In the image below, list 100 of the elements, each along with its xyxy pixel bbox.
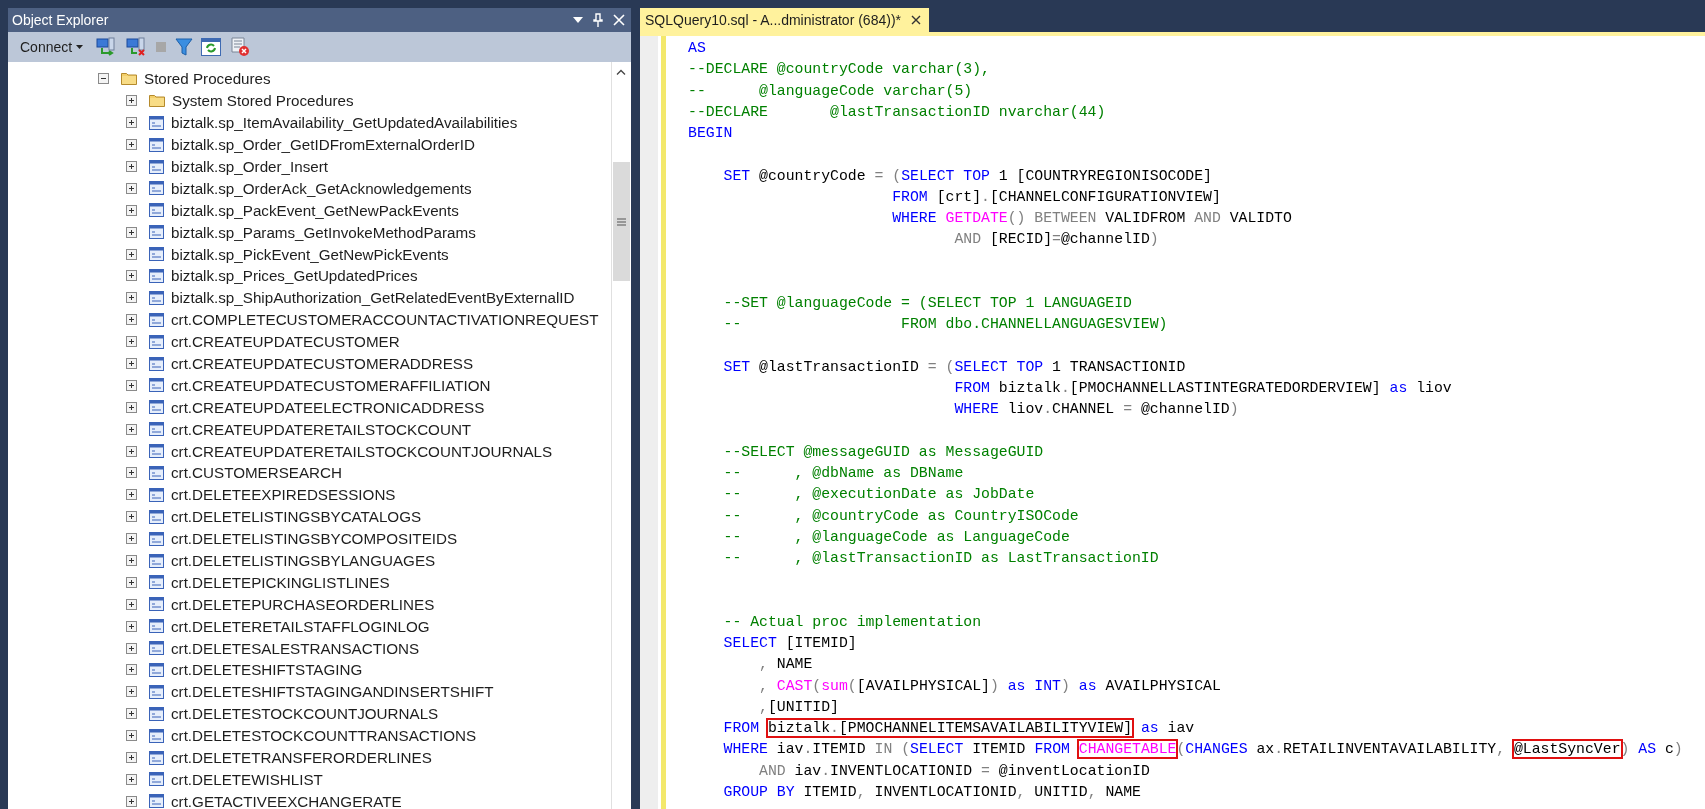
tree-item[interactable]: crt.DELETESTOCKCOUNTTRANSACTIONS	[171, 727, 477, 745]
expand-icon[interactable]	[126, 336, 137, 348]
expand-icon[interactable]	[126, 576, 137, 588]
tree-item[interactable]: biztalk.sp_ItemAvailability_GetUpdatedAvailabilities	[171, 114, 518, 132]
filter-icon[interactable]	[175, 38, 194, 56]
expand-icon[interactable]	[126, 598, 137, 610]
tree-item[interactable]: crt.DELETELISTINGSBYLANGUAGES	[171, 552, 436, 570]
tree-item[interactable]: System Stored Procedures	[172, 92, 354, 110]
tree-item[interactable]: crt.DELETEEXPIREDSESSIONS	[171, 486, 396, 504]
tree-item[interactable]: crt.CREATEUPDATECUSTOMERAFFILIATION	[171, 376, 491, 394]
highlight-box: CHANGETABLE	[1078, 741, 1177, 758]
tree-item[interactable]: biztalk.sp_PackEvent_GetNewPackEvents	[171, 201, 459, 219]
tree-item[interactable]: crt.DELETESTOCKCOUNTJOURNALS	[171, 705, 439, 723]
tree-item[interactable]: crt.COMPLETECUSTOMERACCOUNTACTIVATIONREQUEST	[171, 311, 599, 329]
expand-icon[interactable]	[126, 555, 137, 567]
expand-icon[interactable]	[126, 511, 137, 523]
tree-item[interactable]: crt.DELETEPURCHASEORDERLINES	[171, 595, 435, 613]
expand-icon[interactable]	[126, 773, 137, 785]
scroll-thumb[interactable]	[613, 162, 630, 281]
expand-icon[interactable]	[126, 708, 137, 720]
disconnect-server-icon[interactable]	[125, 37, 148, 57]
tree-item[interactable]: crt.DELETESALESTRANSACTIONS	[171, 639, 420, 657]
tree-item[interactable]: crt.GETACTIVEEXCHANGERATE	[171, 792, 402, 809]
tree-item[interactable]: crt.DELETELISTINGSBYCOMPOSITEIDS	[171, 530, 458, 548]
tree-item[interactable]: crt.DELETESHIFTSTAGING	[171, 661, 363, 679]
refresh-icon[interactable]	[201, 38, 222, 56]
folder-icon	[149, 94, 165, 108]
tree-item[interactable]: biztalk.sp_ShipAuthorization_GetRelatedEventByExternalID	[171, 289, 575, 307]
expand-icon[interactable]	[126, 270, 137, 282]
code-line: AS	[688, 39, 707, 58]
tree-item[interactable]: biztalk.sp_OrderAck_GetAcknowledgements	[171, 179, 472, 197]
tree-item[interactable]: crt.DELETETRANSFERORDERLINES	[171, 749, 432, 767]
tree-item[interactable]: crt.CREATEUPDATERETAILSTOCKCOUNTJOURNALS	[171, 442, 553, 460]
collapse-icon[interactable]	[98, 73, 109, 85]
expand-icon[interactable]	[126, 314, 137, 326]
expand-icon[interactable]	[126, 489, 137, 501]
stored-procedure-icon	[149, 509, 164, 524]
tree-item[interactable]: biztalk.sp_Order_Insert	[171, 158, 328, 175]
stored-procedure-icon	[149, 137, 164, 152]
expand-icon[interactable]	[126, 445, 137, 457]
expand-icon[interactable]	[126, 795, 137, 807]
expand-icon[interactable]	[126, 467, 137, 479]
stored-procedure-icon	[149, 794, 164, 809]
stored-procedure-icon	[149, 684, 164, 699]
expand-icon[interactable]	[126, 161, 137, 172]
scroll-up-icon[interactable]	[616, 69, 626, 75]
close-icon[interactable]	[911, 15, 921, 25]
pin-icon[interactable]	[593, 13, 603, 27]
tree-item[interactable]: Stored Procedures	[144, 70, 271, 88]
tree-item[interactable]: crt.CREATEUPDATERETAILSTOCKCOUNT	[171, 420, 472, 438]
expand-icon[interactable]	[126, 533, 137, 545]
expand-icon[interactable]	[126, 248, 137, 260]
code-line: -- , @dbName as DBName	[722, 464, 965, 483]
expand-icon[interactable]	[126, 379, 137, 391]
code-line: AND iav.INVENTLOCATIONID = @inventLocationID	[758, 761, 1151, 781]
expand-icon[interactable]	[126, 686, 137, 698]
expand-icon[interactable]	[126, 752, 137, 764]
expand-icon[interactable]	[126, 95, 137, 107]
stored-procedure-icon	[149, 750, 164, 765]
stored-procedure-icon	[149, 772, 164, 787]
connect-server-icon[interactable]	[95, 37, 118, 57]
stored-procedure-icon	[149, 312, 164, 327]
tree-item[interactable]: crt.CREATEUPDATEELECTRONICADDRESS	[171, 398, 485, 416]
expand-icon[interactable]	[126, 182, 137, 194]
tree-item[interactable]: biztalk.sp_Prices_GetUpdatedPrices	[171, 267, 418, 285]
stored-procedure-icon	[149, 356, 164, 371]
expand-icon[interactable]	[126, 423, 137, 435]
expand-icon[interactable]	[126, 620, 137, 632]
expand-icon[interactable]	[126, 642, 137, 654]
tree-item[interactable]: crt.DELETESHIFTSTAGINGANDINSERTSHIFT	[171, 683, 494, 701]
code-line: --SET @languageCode = (SELECT TOP 1 LANGUAGEID	[722, 294, 1133, 313]
code-line: --DECLARE @lastTransactionID nvarchar(44)	[688, 102, 1107, 122]
dropdown-icon[interactable]	[573, 17, 583, 23]
expand-icon[interactable]	[126, 117, 137, 129]
tree-item[interactable]: biztalk.sp_PickEvent_GetNewPickEvents	[171, 245, 449, 263]
scrollbar[interactable]	[611, 62, 631, 809]
script-stop-icon[interactable]	[229, 37, 252, 57]
stored-procedure-icon	[149, 531, 164, 546]
expand-icon[interactable]	[126, 401, 137, 413]
document-tab[interactable]: SQLQuery10.sql - A...dministrator (684))*	[640, 8, 929, 32]
stored-procedure-icon	[149, 290, 164, 305]
tree-item[interactable]: crt.CREATEUPDATECUSTOMERADDRESS	[171, 355, 474, 372]
code-line: SELECT [ITEMID]	[722, 634, 858, 653]
expand-icon[interactable]	[126, 358, 137, 369]
expand-icon[interactable]	[126, 226, 137, 238]
expand-icon[interactable]	[126, 139, 137, 151]
tree-item[interactable]: biztalk.sp_Order_GetIDFromExternalOrderID	[171, 136, 475, 154]
tree-item[interactable]: biztalk.sp_Params_GetInvokeMethodParams	[171, 223, 476, 241]
tree-item[interactable]: crt.DELETEPICKINGLISTLINES	[171, 573, 390, 591]
tree-item[interactable]: crt.CREATEUPDATECUSTOMER	[171, 333, 400, 351]
connect-button[interactable]: Connect	[16, 37, 88, 57]
tree-item[interactable]: crt.DELETELISTINGSBYCATALOGS	[171, 508, 422, 526]
expand-icon[interactable]	[126, 204, 137, 216]
code-line: WHERE liov.CHANNEL = @channelID)	[953, 400, 1240, 420]
tree-item[interactable]: crt.CUSTOMERSEARCH	[171, 464, 342, 482]
expand-icon[interactable]	[126, 664, 137, 676]
expand-icon[interactable]	[126, 730, 137, 742]
expand-icon[interactable]	[126, 292, 137, 304]
tree-item[interactable]: crt.DELETEWISHLIST	[171, 770, 323, 788]
tree-item[interactable]: crt.DELETERETAILSTAFFLOGINLOG	[171, 617, 430, 635]
